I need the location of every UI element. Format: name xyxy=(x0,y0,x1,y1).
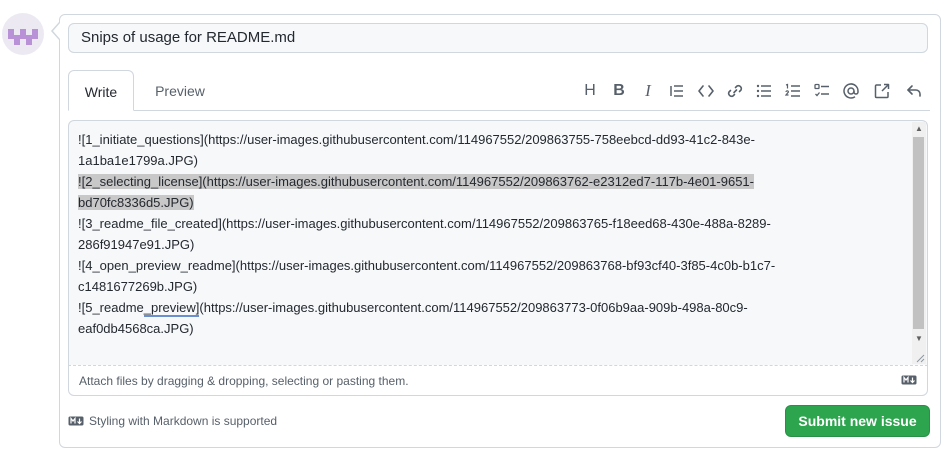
quote-icon xyxy=(670,85,683,97)
submit-new-issue-button[interactable]: Submit new issue xyxy=(785,405,930,437)
mention-button[interactable] xyxy=(841,81,861,101)
italic-icon: I xyxy=(645,81,651,100)
spellcheck-flagged-text: _preview] xyxy=(143,300,200,317)
editor-line[interactable]: ![3_readme_file_created](https://user-im… xyxy=(78,213,838,234)
editor-text-segment: c1481677269b.JPG) xyxy=(78,279,198,294)
editor-line[interactable]: eaf0db4568ca.JPG) xyxy=(78,318,838,339)
saved-replies-button[interactable] xyxy=(904,81,924,101)
ordered-list-button[interactable] xyxy=(783,81,803,101)
list-unordered-icon xyxy=(756,84,771,98)
identicon-icon xyxy=(8,29,38,45)
issue-title-input[interactable]: Snips of usage for README.md xyxy=(68,23,928,53)
task-list-button[interactable] xyxy=(812,81,832,101)
editor-text-segment: (https://user-images.githubusercontent.c… xyxy=(199,300,748,315)
editor-text-segment: ![4_open_preview_readme](https://user-im… xyxy=(78,258,776,273)
tab-preview[interactable]: Preview xyxy=(145,70,215,111)
editor-line[interactable]: ![4_open_preview_readme](https://user-im… xyxy=(78,255,838,276)
editor-scrollbar-thumb[interactable] xyxy=(913,137,924,329)
comment-body-textarea[interactable]: ![1_initiate_questions](https://user-ima… xyxy=(68,120,928,365)
editor-text-segment: 286f91947e91.JPG) xyxy=(78,237,195,252)
bold-button[interactable]: B xyxy=(609,81,629,101)
selected-text: ![2_selecting_license](https://user-imag… xyxy=(78,174,754,189)
editor-line[interactable]: bd70fc8336d5.JPG) xyxy=(78,192,838,213)
scroll-down-arrow-icon[interactable]: ▼ xyxy=(915,335,923,343)
markdown-support-label[interactable]: Styling with Markdown is supported xyxy=(89,414,277,428)
unordered-list-button[interactable] xyxy=(754,81,774,101)
file-attachment-bar[interactable]: Attach files by dragging & dropping, sel… xyxy=(68,365,928,396)
markdown-support-note[interactable]: Styling with Markdown is supported xyxy=(68,414,277,428)
reply-icon xyxy=(907,85,921,97)
editor-line[interactable]: ![5_readme_preview](https://user-images.… xyxy=(78,297,838,318)
italic-button[interactable]: I xyxy=(638,81,658,101)
comment-body-text[interactable]: ![1_initiate_questions](https://user-ima… xyxy=(78,129,838,339)
editor-text-segment: ![3_readme_file_created](https://user-im… xyxy=(78,216,771,231)
editor-line[interactable]: 286f91947e91.JPG) xyxy=(78,234,838,255)
editor-text-segment: ![1_initiate_questions](https://user-ima… xyxy=(78,132,755,147)
editor-text-segment: ![5_readme xyxy=(78,300,144,315)
selected-text: bd70fc8336d5.JPG) xyxy=(78,195,194,210)
scroll-up-arrow-icon[interactable]: ▲ xyxy=(915,125,923,133)
code-icon xyxy=(698,85,714,97)
avatar[interactable] xyxy=(2,13,44,55)
link-button[interactable] xyxy=(725,81,745,101)
cross-reference-icon xyxy=(874,83,890,99)
code-button[interactable] xyxy=(696,81,716,101)
cross-reference-button[interactable] xyxy=(872,81,892,101)
editor-line[interactable]: ![2_selecting_license](https://user-imag… xyxy=(78,171,838,192)
tab-write[interactable]: Write xyxy=(68,70,134,111)
editor-line[interactable]: ![1_initiate_questions](https://user-ima… xyxy=(78,129,838,150)
attach-files-text: Attach files by dragging & dropping, sel… xyxy=(79,374,409,388)
heading-button[interactable]: H xyxy=(580,81,600,101)
bold-icon: B xyxy=(613,82,625,99)
heading-icon: H xyxy=(584,82,596,99)
editor-text-segment: 1a1ba1e1799a.JPG) xyxy=(78,153,198,168)
editor-text-segment: eaf0db4568ca.JPG) xyxy=(78,321,194,336)
link-icon xyxy=(727,84,743,98)
resize-grip-icon[interactable] xyxy=(915,353,925,363)
editor-line[interactable]: 1a1ba1e1799a.JPG) xyxy=(78,150,838,171)
comment-box-caret-fill xyxy=(53,23,60,39)
list-ordered-icon xyxy=(785,83,800,97)
markdown-icon xyxy=(68,416,84,426)
editor-line[interactable]: c1481677269b.JPG) xyxy=(78,276,838,297)
mention-icon xyxy=(843,83,859,99)
markdown-icon xyxy=(901,375,917,385)
tasklist-icon xyxy=(814,83,829,97)
quote-button[interactable] xyxy=(667,81,687,101)
